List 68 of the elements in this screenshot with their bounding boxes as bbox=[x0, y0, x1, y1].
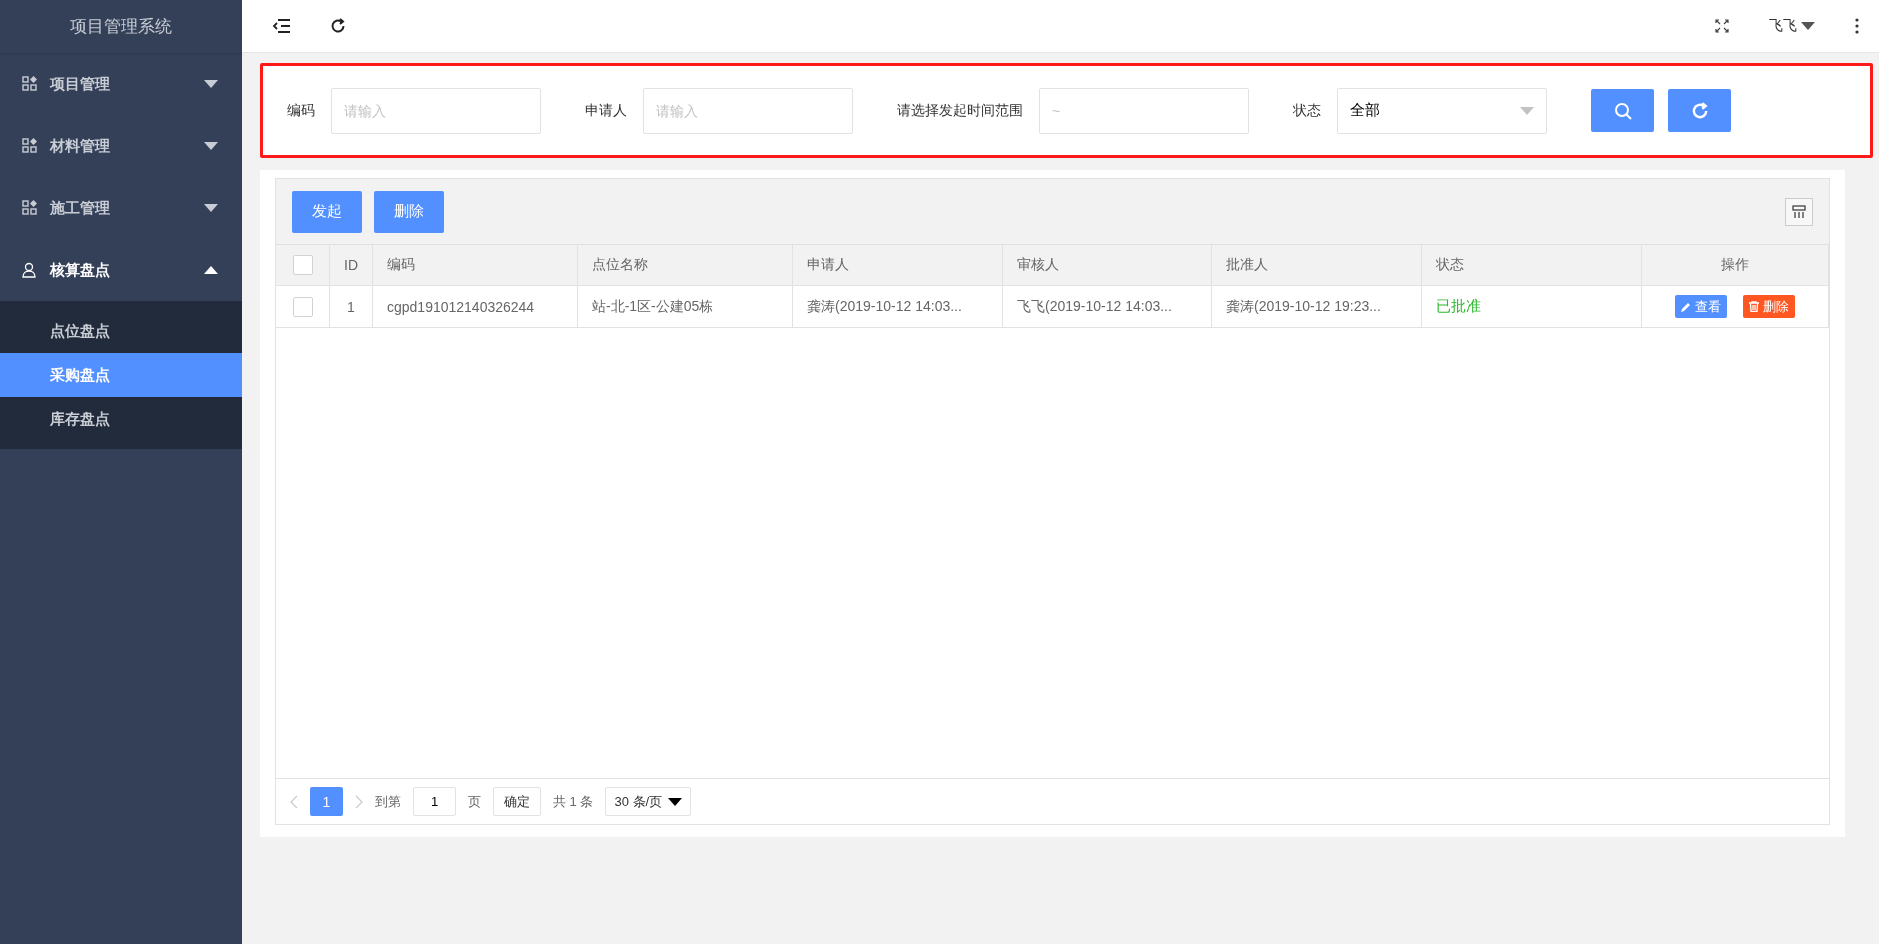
column-header: 批准人 bbox=[1212, 245, 1422, 286]
refresh-icon[interactable] bbox=[330, 18, 346, 34]
status-text: 已批准 bbox=[1436, 297, 1481, 316]
user-icon bbox=[22, 262, 38, 278]
next-page-icon[interactable] bbox=[355, 794, 363, 809]
dropdown-caret-icon bbox=[1520, 106, 1534, 115]
search-button[interactable] bbox=[1591, 89, 1654, 132]
submenu-item[interactable]: 点位盘点 bbox=[0, 309, 242, 353]
column-header: ID bbox=[330, 245, 373, 286]
total-count: 共 1 条 bbox=[553, 792, 594, 811]
field-label: 申请人 bbox=[585, 101, 627, 120]
menu-label: 施工管理 bbox=[50, 198, 111, 218]
date-range-field[interactable]: ~ bbox=[1039, 87, 1249, 134]
menu-label: 材料管理 bbox=[50, 136, 111, 156]
trash-icon bbox=[1749, 301, 1759, 312]
menu-label: 核算盘点 bbox=[50, 260, 111, 280]
menu-item[interactable]: 施工管理 bbox=[0, 177, 242, 239]
field-label: 请选择发起时间范围 bbox=[897, 101, 1023, 120]
field-label: 编码 bbox=[287, 101, 315, 120]
caret-icon bbox=[1801, 22, 1815, 30]
column-header: 操作 bbox=[1642, 245, 1829, 286]
menu-item[interactable]: 项目管理 bbox=[0, 53, 242, 115]
column-header: 状态 bbox=[1422, 245, 1642, 286]
menu-item[interactable]: 核算盘点 bbox=[0, 239, 242, 301]
user-name[interactable]: 飞飞 bbox=[1769, 17, 1797, 35]
goto-label: 到第 bbox=[375, 792, 401, 811]
table-cell: 站-北-1区-公建05栋 bbox=[578, 286, 793, 328]
caret-icon bbox=[204, 80, 218, 88]
page-input[interactable]: 1 bbox=[413, 787, 456, 816]
apps-icon bbox=[22, 138, 38, 154]
reset-button[interactable] bbox=[1668, 89, 1731, 132]
columns-button[interactable] bbox=[1785, 197, 1813, 226]
apps-icon bbox=[22, 200, 38, 216]
columns-icon bbox=[1792, 204, 1806, 219]
table-cell: 龚涛(2019-10-12 19:23... bbox=[1212, 286, 1422, 328]
more-icon[interactable] bbox=[1855, 18, 1859, 34]
page-unit: 页 bbox=[468, 792, 481, 811]
table-cell: cgpd191012140326244 bbox=[373, 286, 578, 328]
pencil-icon bbox=[1681, 301, 1691, 312]
table-cell: 1 bbox=[330, 286, 373, 328]
caret-icon bbox=[204, 142, 218, 150]
confirm-button[interactable]: 确定 bbox=[493, 787, 541, 816]
caret-icon bbox=[204, 266, 218, 274]
column-header: 编码 bbox=[373, 245, 578, 286]
fullscreen-icon[interactable] bbox=[1715, 19, 1729, 33]
table-cell: 龚涛(2019-10-12 14:03... bbox=[793, 286, 1003, 328]
dropdown-caret-icon bbox=[668, 797, 683, 806]
field-label: 状态 bbox=[1293, 101, 1321, 120]
caret-icon bbox=[204, 204, 218, 212]
app-title: 项目管理系统 bbox=[0, 0, 242, 53]
page-size-select[interactable]: 30 条/页 bbox=[605, 787, 692, 816]
checkbox[interactable] bbox=[292, 296, 313, 317]
table-cell: 飞飞(2019-10-12 14:03... bbox=[1003, 286, 1212, 328]
submenu-item[interactable]: 库存盘点 bbox=[0, 397, 242, 441]
previous-page-icon[interactable] bbox=[290, 794, 298, 809]
apps-icon bbox=[22, 76, 38, 92]
input-field[interactable]: 请输入 bbox=[643, 87, 853, 134]
menu-label: 项目管理 bbox=[50, 74, 111, 94]
column-header: 点位名称 bbox=[578, 245, 793, 286]
search-icon bbox=[1613, 101, 1632, 120]
column-header: 申请人 bbox=[793, 245, 1003, 286]
status-select[interactable]: 全部 bbox=[1337, 87, 1547, 134]
menu-item[interactable]: 材料管理 bbox=[0, 115, 242, 177]
refresh-icon bbox=[1690, 101, 1709, 120]
column-header: 审核人 bbox=[1003, 245, 1212, 286]
menu-collapse-icon[interactable] bbox=[272, 19, 290, 33]
input-field[interactable]: 请输入 bbox=[331, 87, 541, 134]
checkbox[interactable] bbox=[292, 255, 313, 275]
